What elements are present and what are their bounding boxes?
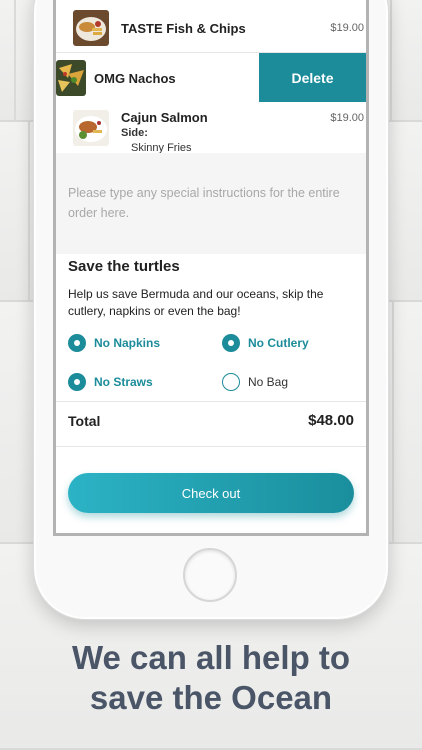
tagline-line-2: save the Ocean — [89, 679, 333, 716]
save-turtles-description: Help us save Bermuda and our oceans, ski… — [68, 287, 324, 318]
radio-unchecked-icon — [222, 373, 240, 391]
total-value: $48.00 — [308, 412, 354, 429]
radio-checked-icon — [68, 373, 86, 391]
option-label: No Napkins — [94, 336, 161, 350]
cart-screen: TASTE Fish & Chips $19.00 OMG Nachos Del… — [53, 0, 369, 536]
divider — [56, 401, 366, 402]
item-price: $19.00 — [330, 22, 364, 34]
no-napkins-option[interactable]: No Napkins — [68, 334, 160, 352]
cart-item[interactable]: Cajun Salmon $19.00 Side: Skinny Fries — [56, 102, 366, 154]
cajun-salmon-image — [73, 110, 109, 146]
delete-button[interactable]: Delete — [259, 53, 366, 102]
save-turtles-title: Save the turtles — [68, 258, 180, 275]
tagline-line-1: We can all help to — [71, 639, 351, 676]
special-instructions-input[interactable]: Please type any special instructions for… — [56, 153, 366, 254]
option-label: No Straws — [94, 375, 153, 389]
no-straws-option[interactable]: No Straws — [68, 373, 153, 391]
item-name: OMG Nachos — [94, 71, 176, 86]
item-name: TASTE Fish & Chips — [121, 21, 246, 36]
item-price: $19.00 — [330, 112, 364, 124]
radio-checked-icon — [222, 334, 240, 352]
item-name: Cajun Salmon — [121, 110, 208, 125]
tagline: We can all help to save the Ocean — [0, 638, 422, 718]
option-label: No Bag — [248, 375, 289, 389]
fish-and-chips-image — [73, 10, 109, 46]
option-label: No Cutlery — [248, 336, 309, 350]
cart-item[interactable]: TASTE Fish & Chips $19.00 — [56, 0, 366, 52]
divider — [56, 446, 366, 447]
total-label: Total — [68, 413, 101, 429]
nachos-image — [56, 60, 86, 96]
no-cutlery-option[interactable]: No Cutlery — [222, 334, 309, 352]
radio-checked-icon — [68, 334, 86, 352]
home-button[interactable] — [183, 548, 237, 602]
item-side-label: Side: — [121, 127, 148, 139]
no-bag-option[interactable]: No Bag — [222, 373, 288, 391]
checkout-button[interactable]: Check out — [68, 473, 354, 513]
